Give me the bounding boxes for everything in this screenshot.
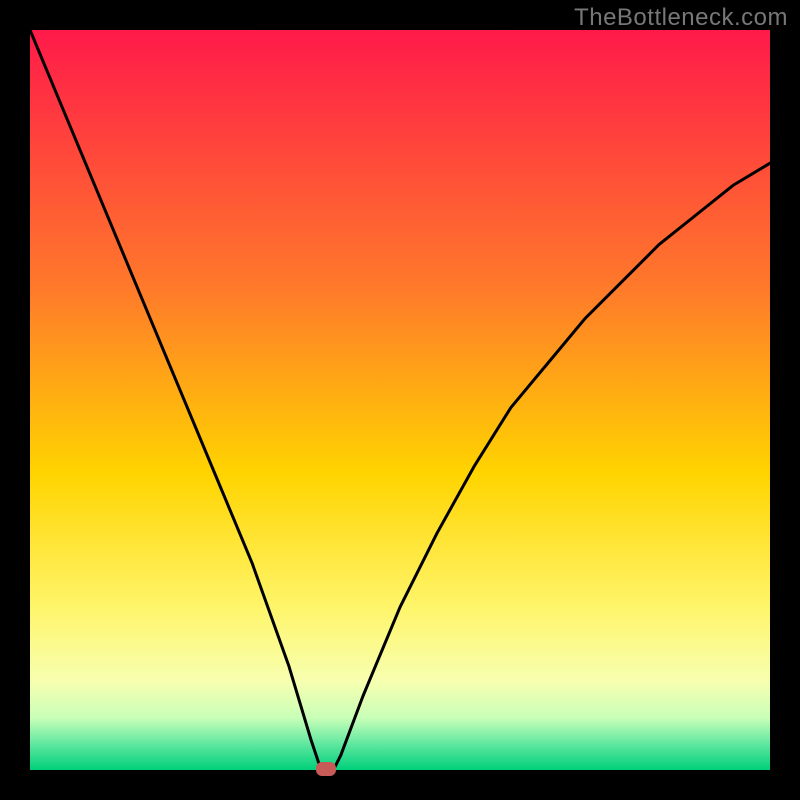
gradient-background [30, 30, 770, 770]
bottleneck-chart [0, 0, 800, 800]
watermark-text: TheBottleneck.com [574, 4, 788, 32]
chart-frame: TheBottleneck.com [0, 0, 800, 800]
optimum-marker [316, 762, 336, 776]
